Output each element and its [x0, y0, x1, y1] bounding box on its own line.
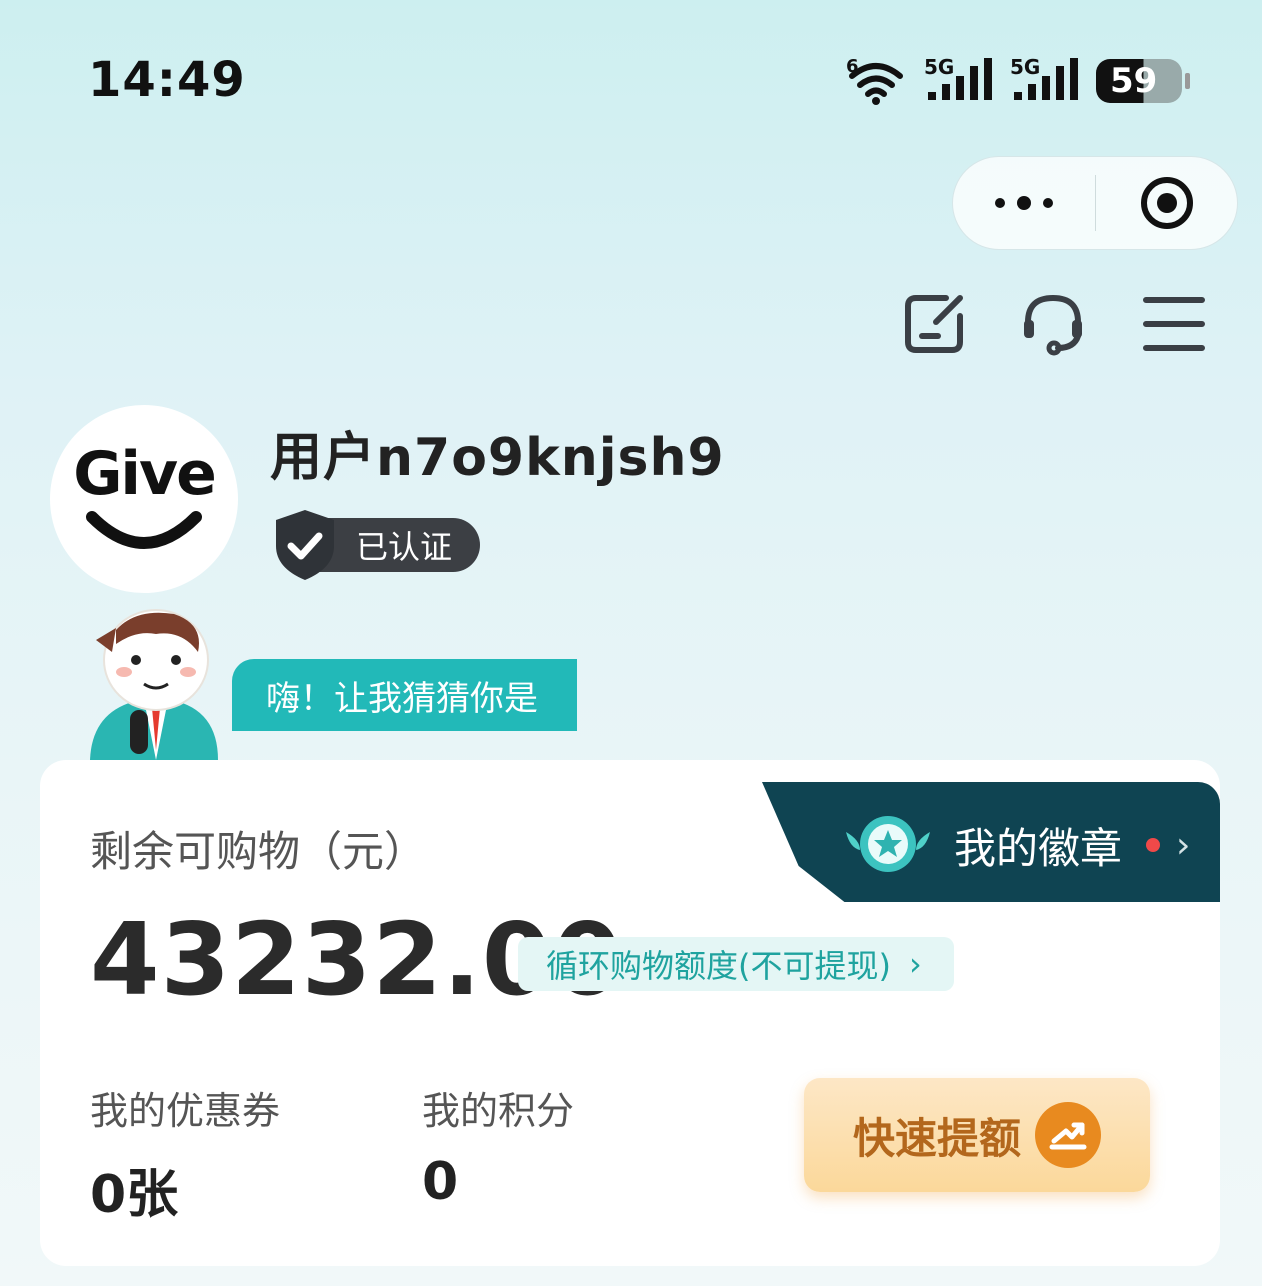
trend-up-icon [1035, 1102, 1101, 1168]
close-button[interactable] [1096, 157, 1237, 249]
signal-icon-2: 5G [1010, 56, 1078, 100]
quota-tag-label: 循环购物额度(不可提现) [546, 947, 891, 985]
coupon-label[interactable]: 我的优惠券 [90, 1080, 280, 1135]
quota-tag-button[interactable]: 循环购物额度(不可提现) › [518, 937, 954, 991]
my-badges-label: 我的徽章 [954, 823, 1123, 873]
status-time: 14:49 [88, 52, 246, 108]
edit-button[interactable] [900, 290, 970, 360]
my-badges-button[interactable]: 我的徽章 › [842, 800, 1190, 890]
more-dots-icon [995, 196, 1053, 210]
menu-button[interactable] [1140, 290, 1210, 360]
avatar[interactable]: Give [50, 405, 238, 593]
shield-check-icon [276, 510, 334, 580]
signal2-label: 5G [1010, 56, 1040, 79]
top-toolbar [900, 290, 1220, 360]
battery-indicator: 59 [1096, 59, 1190, 103]
star-medal-icon [846, 816, 930, 872]
points-label[interactable]: 我的积分 [422, 1080, 574, 1135]
menu-icon [1143, 297, 1205, 351]
status-bar: 14:49 6 5G 5G 59 [0, 0, 1262, 150]
target-close-icon [1140, 177, 1193, 229]
chevron-right-icon: › [908, 945, 922, 983]
wifi-icon: 6 [846, 56, 903, 105]
cow-mascot-icon [90, 609, 218, 760]
notification-dot [1146, 838, 1161, 852]
signal-icon-1: 5G [924, 56, 992, 100]
avatar-logo-text: Give [73, 439, 217, 509]
verified-badge: 已认证 [272, 508, 481, 582]
edit-note-icon [905, 295, 963, 353]
verified-label: 已认证 [316, 518, 481, 572]
status-icons: 6 5G 5G 59 [846, 56, 1190, 106]
customer-service-button[interactable] [1018, 290, 1088, 360]
chevron-right-icon: › [1176, 824, 1191, 866]
miniprogram-capsule [952, 156, 1238, 250]
more-button[interactable] [953, 157, 1095, 249]
smile-logo-icon [86, 511, 202, 549]
mascot-speech-bubble[interactable]: 嗨！让我猜猜你是 [232, 659, 577, 731]
coupon-value[interactable]: 0张 [90, 1152, 178, 1227]
points-value[interactable]: 0 [422, 1152, 458, 1212]
headset-icon [1024, 294, 1082, 356]
balance-label: 剩余可购物（元） [90, 827, 427, 876]
username: 用户n7o9knjsh9 [270, 428, 725, 488]
signal1-label: 5G [924, 56, 954, 79]
quick-boost-label: 快速提额 [852, 1113, 1021, 1163]
quick-boost-button[interactable]: 快速提额 [804, 1078, 1150, 1192]
